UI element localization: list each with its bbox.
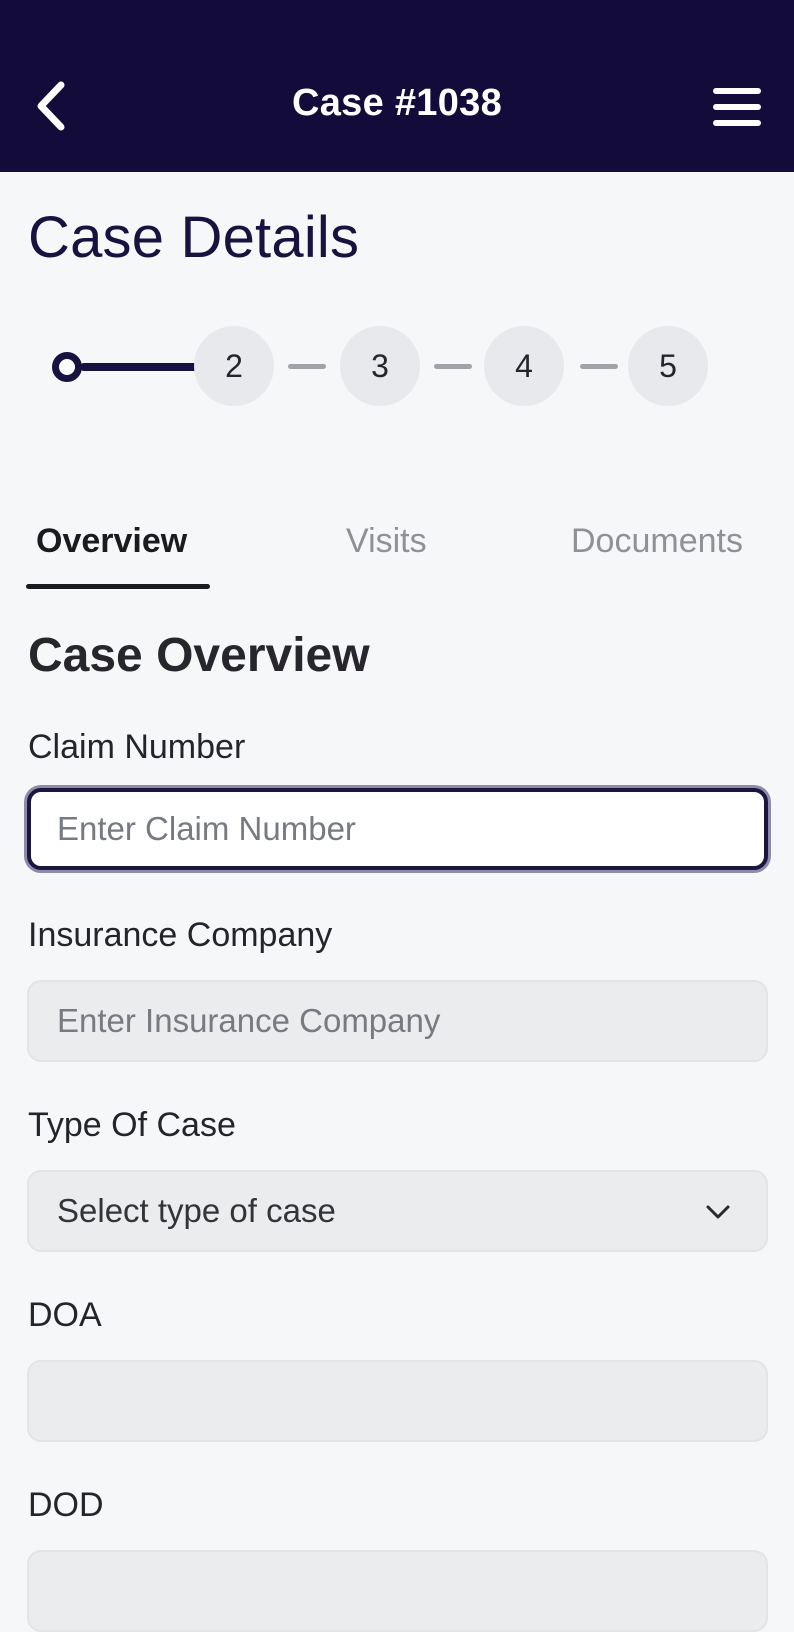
step-divider: [434, 364, 472, 369]
step-1-current-marker[interactable]: [52, 352, 82, 382]
insurance-company-label: Insurance Company: [28, 916, 333, 954]
claim-number-input[interactable]: Enter Claim Number: [27, 788, 768, 870]
tab-overview[interactable]: Overview: [36, 522, 187, 561]
claim-number-label: Claim Number: [28, 728, 246, 766]
app-header: Case #1038: [0, 0, 794, 172]
active-tab-indicator: [26, 584, 210, 589]
chevron-down-icon: [706, 1205, 730, 1219]
step-3[interactable]: 3: [340, 326, 420, 406]
step-5[interactable]: 5: [628, 326, 708, 406]
hamburger-menu-icon: [713, 88, 761, 94]
menu-button[interactable]: [710, 82, 764, 132]
doa-label: DOA: [28, 1296, 102, 1334]
tab-visits[interactable]: Visits: [346, 522, 427, 561]
type-of-case-selected-value: Select type of case: [57, 1192, 336, 1229]
tab-documents[interactable]: Documents: [571, 522, 743, 561]
dod-label: DOD: [28, 1486, 104, 1524]
insurance-company-input[interactable]: Enter Insurance Company: [27, 980, 768, 1062]
doa-input[interactable]: [27, 1360, 768, 1442]
section-title: Case Overview: [28, 629, 370, 682]
header-title: Case #1038: [291, 82, 503, 124]
step-4[interactable]: 4: [484, 326, 564, 406]
step-divider: [580, 364, 618, 369]
tab-bar: Overview Visits Documents: [0, 510, 794, 590]
type-of-case-select[interactable]: Select type of case: [27, 1170, 768, 1252]
step-divider: [288, 364, 326, 369]
type-of-case-label: Type Of Case: [28, 1106, 236, 1144]
progress-stepper: 2 3 4 5: [52, 326, 752, 408]
step-2[interactable]: 2: [194, 326, 274, 406]
page-title: Case Details: [28, 205, 360, 270]
dod-input[interactable]: [27, 1550, 768, 1632]
